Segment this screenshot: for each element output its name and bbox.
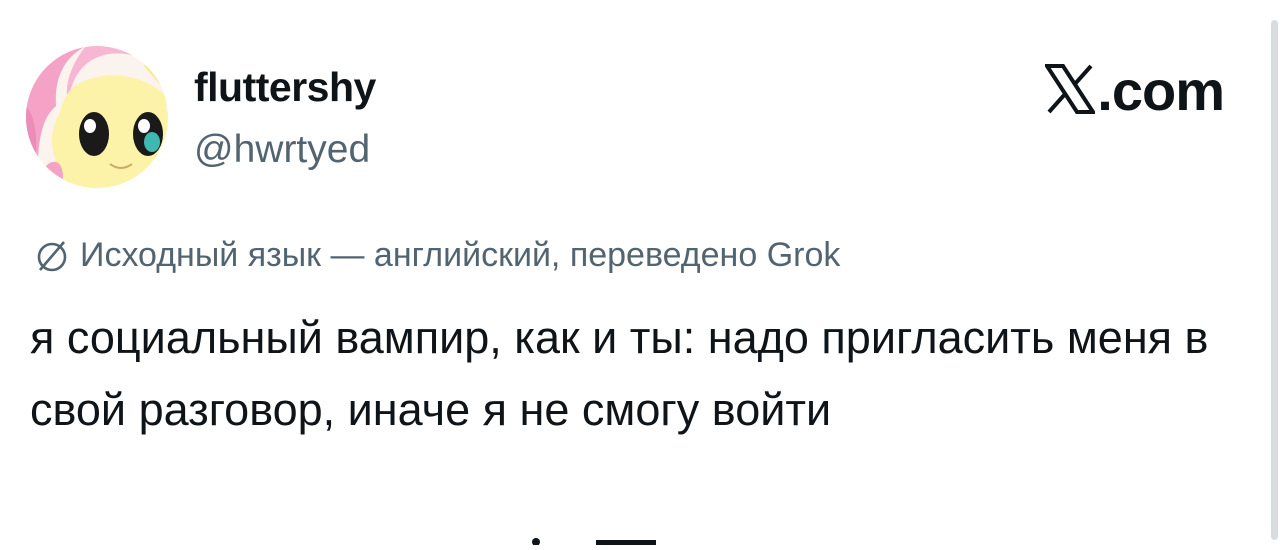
translation-text: Исходный язык — английский, переведено G…	[80, 236, 841, 274]
fluttershy-pony-avatar-icon	[26, 46, 168, 188]
globe-translate-icon	[34, 238, 70, 274]
x-com-watermark: .com	[1043, 58, 1225, 127]
cutoff-action-icons	[500, 532, 780, 546]
avatar[interactable]	[26, 46, 168, 188]
translation-notice[interactable]: Исходный язык — английский, переведено G…	[34, 236, 840, 275]
x-logo-icon	[1043, 62, 1097, 127]
tweet-text: я социальный вампир, как и ты: надо приг…	[30, 312, 1209, 435]
scrollbar[interactable]	[1271, 20, 1278, 540]
author-display-name[interactable]: fluttershy	[194, 64, 376, 111]
author-handle[interactable]: @hwrtyed	[194, 128, 370, 172]
brand-label: .com	[1097, 59, 1225, 122]
